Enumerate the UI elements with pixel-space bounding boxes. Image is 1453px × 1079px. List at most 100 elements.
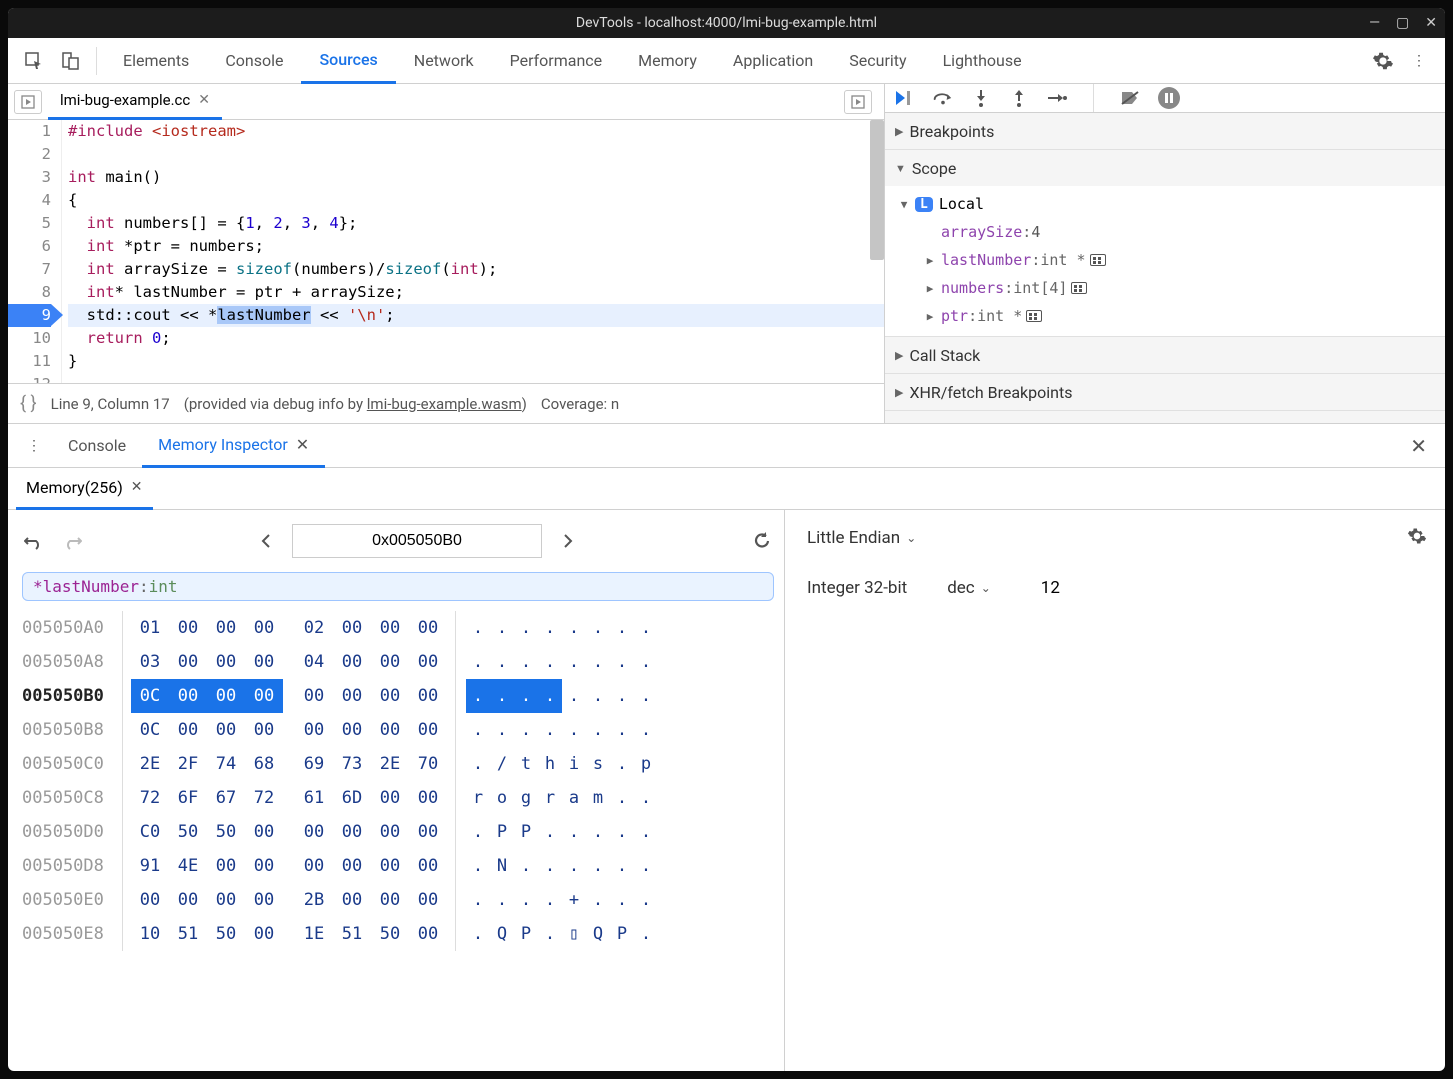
memory-tab[interactable]: Memory(256)✕: [16, 468, 153, 510]
close-icon[interactable]: ✕: [1425, 15, 1437, 31]
file-tab[interactable]: lmi-bug-example.cc ✕: [48, 84, 222, 120]
refresh-icon[interactable]: [750, 529, 774, 553]
minimize-icon[interactable]: —: [1369, 15, 1380, 31]
chevron-right-icon: ▶: [895, 125, 903, 138]
tab-memory[interactable]: Memory: [620, 38, 715, 84]
chevron-down-icon: ▼: [895, 162, 906, 175]
scope-section[interactable]: ▼Scope: [885, 150, 1445, 186]
status-bar: { } Line 9, Column 17 (provided via debu…: [8, 383, 884, 423]
hex-row[interactable]: 005050A00100000002000000........: [22, 611, 774, 645]
file-tab-bar: lmi-bug-example.cc ✕: [8, 84, 884, 120]
drawer-tab-bar: ⋮ Console Memory Inspector✕ ✕: [8, 424, 1445, 468]
tab-lighthouse[interactable]: Lighthouse: [925, 38, 1040, 84]
scope-variable[interactable]: ▶ptr: int *: [885, 302, 1445, 330]
type-label: Integer 32-bit: [807, 578, 907, 598]
step-out-icon[interactable]: [1009, 88, 1029, 108]
settings-gear-icon[interactable]: [1369, 47, 1397, 75]
code-line[interactable]: int main(): [68, 166, 884, 189]
tab-elements[interactable]: Elements: [105, 38, 207, 84]
history-forward-icon[interactable]: [60, 529, 84, 553]
toggle-debugger-icon[interactable]: [844, 90, 872, 114]
highlight-pill[interactable]: *lastNumber: int: [22, 572, 774, 601]
window-titlebar: DevTools - localhost:4000/lmi-bug-exampl…: [8, 8, 1445, 38]
hex-row[interactable]: 005050E0000000002B000000....+...: [22, 883, 774, 917]
code-line[interactable]: [68, 143, 884, 166]
dom-breakpoints-section[interactable]: ▶DOM Breakpoints: [885, 411, 1445, 423]
hex-row[interactable]: 005050E8105150001E515000.QP.▯QP.: [22, 917, 774, 951]
chevron-down-icon: ⌄: [981, 581, 991, 595]
page-next-icon[interactable]: [556, 529, 580, 553]
reveal-memory-icon[interactable]: [1071, 282, 1087, 294]
inspect-icon[interactable]: [20, 47, 48, 75]
tab-security[interactable]: Security: [831, 38, 924, 84]
code-line[interactable]: [68, 373, 884, 383]
resume-icon[interactable]: [895, 88, 915, 108]
tab-performance[interactable]: Performance: [492, 38, 621, 84]
interpreted-value: 12: [1041, 578, 1060, 598]
code-line[interactable]: return 0;: [68, 327, 884, 350]
address-input[interactable]: [292, 524, 542, 558]
code-line[interactable]: int *ptr = numbers;: [68, 235, 884, 258]
device-toggle-icon[interactable]: [56, 47, 84, 75]
code-line[interactable]: int* lastNumber = ptr + arraySize;: [68, 281, 884, 304]
drawer-tab-memory-inspector[interactable]: Memory Inspector✕: [142, 424, 325, 468]
code-line[interactable]: #include <iostream>: [68, 120, 884, 143]
hex-row[interactable]: 005050D0C050500000000000.PP.....: [22, 815, 774, 849]
hex-row[interactable]: 005050C02E2F746869732E70./this.p: [22, 747, 774, 781]
reveal-memory-icon[interactable]: [1026, 310, 1042, 322]
code-editor[interactable]: 123456789101112 #include <iostream>int m…: [8, 120, 884, 383]
format-icon[interactable]: { }: [20, 393, 37, 414]
tab-console[interactable]: Console: [207, 38, 301, 84]
main-tab-bar: ElementsConsoleSourcesNetworkPerformance…: [8, 38, 1445, 84]
history-back-icon[interactable]: [22, 529, 46, 553]
tab-application[interactable]: Application: [715, 38, 831, 84]
value-interpreter: Little Endian⌄ Integer 32-bit dec⌄ 12: [785, 510, 1445, 1071]
deactivate-breakpoints-icon[interactable]: [1120, 88, 1140, 108]
drawer-tab-console[interactable]: Console: [52, 424, 142, 468]
close-tab-icon[interactable]: ✕: [296, 435, 309, 454]
tab-sources[interactable]: Sources: [301, 38, 395, 84]
interpreter-settings-icon[interactable]: [1407, 526, 1427, 546]
hex-row[interactable]: 005050B80C00000000000000........: [22, 713, 774, 747]
drawer-menu-icon[interactable]: ⋮: [20, 432, 48, 460]
chevron-right-icon: ▶: [895, 423, 903, 424]
more-menu-icon[interactable]: ⋮: [1405, 47, 1433, 75]
base-select[interactable]: dec⌄: [947, 578, 991, 598]
callstack-section[interactable]: ▶Call Stack: [885, 337, 1445, 373]
close-drawer-icon[interactable]: ✕: [1410, 434, 1437, 458]
code-line[interactable]: {: [68, 189, 884, 212]
hex-row[interactable]: 005050C8726F6772616D0000rogram..: [22, 781, 774, 815]
step-into-icon[interactable]: [971, 88, 991, 108]
code-line[interactable]: }: [68, 350, 884, 373]
maximize-icon[interactable]: ▢: [1396, 15, 1409, 31]
step-icon[interactable]: [1047, 88, 1067, 108]
code-line[interactable]: std::cout << *lastNumber << '\n';: [68, 304, 884, 327]
reveal-memory-icon[interactable]: [1090, 254, 1106, 266]
scope-variable[interactable]: ▶numbers: int[4]: [885, 274, 1445, 302]
endianness-select[interactable]: Little Endian⌄: [807, 528, 916, 548]
hex-row[interactable]: 005050D8914E000000000000.N......: [22, 849, 774, 883]
scope-variable[interactable]: arraySize: 4: [885, 218, 1445, 246]
hex-row[interactable]: 005050B00C00000000000000........: [22, 679, 774, 713]
hex-row[interactable]: 005050A80300000004000000........: [22, 645, 774, 679]
cursor-position: Line 9, Column 17: [51, 395, 170, 413]
memory-tab-bar: Memory(256)✕: [8, 468, 1445, 510]
breakpoints-section[interactable]: ▶Breakpoints: [885, 113, 1445, 149]
close-tab-icon[interactable]: ✕: [198, 92, 210, 108]
file-tab-label: lmi-bug-example.cc: [60, 91, 190, 109]
chevron-right-icon: ▶: [895, 386, 903, 399]
step-over-icon[interactable]: [933, 88, 953, 108]
code-line[interactable]: int numbers[] = {1, 2, 3, 4};: [68, 212, 884, 235]
page-prev-icon[interactable]: [254, 529, 278, 553]
toggle-navigator-icon[interactable]: [14, 90, 42, 114]
coverage-text: Coverage: n: [541, 395, 619, 413]
scope-local[interactable]: ▼LLocal: [885, 190, 1445, 218]
scope-variable[interactable]: ▶lastNumber: int *: [885, 246, 1445, 274]
tab-network[interactable]: Network: [396, 38, 492, 84]
pause-exceptions-icon[interactable]: [1158, 87, 1180, 109]
close-tab-icon[interactable]: ✕: [131, 479, 143, 495]
wasm-link[interactable]: lmi-bug-example.wasm: [367, 395, 522, 413]
scrollbar-thumb[interactable]: [870, 120, 884, 260]
xhr-breakpoints-section[interactable]: ▶XHR/fetch Breakpoints: [885, 374, 1445, 410]
code-line[interactable]: int arraySize = sizeof(numbers)/sizeof(i…: [68, 258, 884, 281]
